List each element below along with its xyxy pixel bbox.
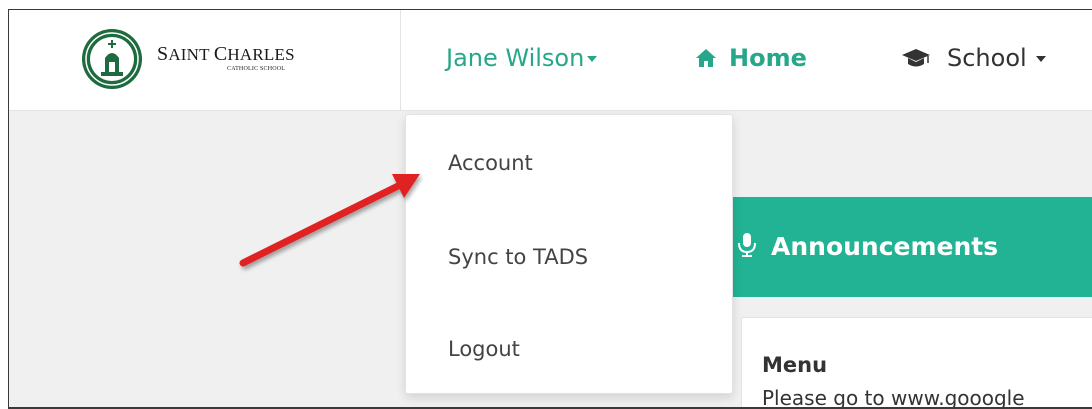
red-arrow-annotation — [239, 174, 420, 267]
